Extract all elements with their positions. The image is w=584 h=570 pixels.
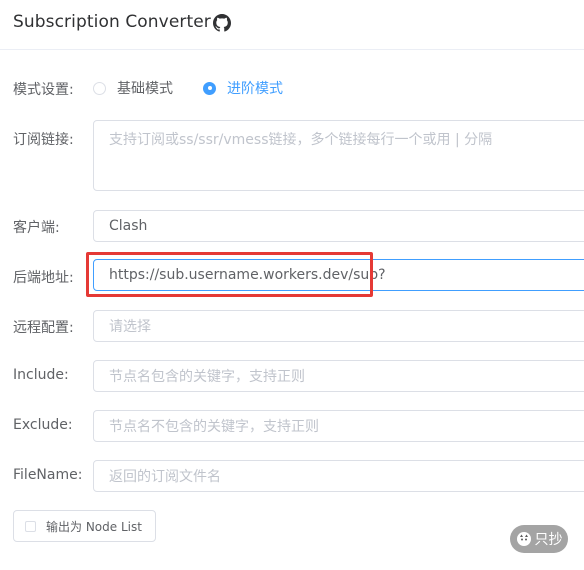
radio-advanced-mode[interactable]: 进阶模式 xyxy=(203,80,283,97)
backend-label: 后端地址: xyxy=(13,270,74,286)
include-label: Include: xyxy=(13,367,69,383)
include-placeholder: 节点名包含的关键字，支持正则 xyxy=(109,369,305,385)
mode-label: 模式设置: xyxy=(13,82,74,98)
remote-config-label: 远程配置: xyxy=(13,320,74,336)
filename-input[interactable]: 返回的订阅文件名 xyxy=(93,460,584,492)
backend-highlight-box xyxy=(86,252,373,297)
radio-basic-dot[interactable] xyxy=(93,81,106,95)
filename-placeholder: 返回的订阅文件名 xyxy=(109,469,221,485)
include-input[interactable]: 节点名包含的关键字，支持正则 xyxy=(93,360,584,392)
remote-config-select[interactable]: 请选择 xyxy=(93,310,584,342)
radio-advanced-dot[interactable] xyxy=(203,81,216,95)
client-value: Clash xyxy=(109,218,148,234)
watermark-text: 只抄 xyxy=(534,532,563,548)
github-icon[interactable] xyxy=(213,14,231,32)
exclude-label: Exclude: xyxy=(13,417,73,433)
subscription-placeholder: 支持订阅或ss/ssr/vmess链接，多个链接每行一个或用 | 分隔 xyxy=(109,132,493,148)
subscription-textarea[interactable]: 支持订阅或ss/ssr/vmess链接，多个链接每行一个或用 | 分隔 xyxy=(93,120,584,191)
client-select[interactable]: Clash xyxy=(93,210,584,242)
radio-advanced-label: 进阶模式 xyxy=(227,81,283,97)
subscription-label: 订阅链接: xyxy=(13,132,74,148)
exclude-placeholder: 节点名不包含的关键字，支持正则 xyxy=(109,419,319,435)
radio-basic-label: 基础模式 xyxy=(117,81,173,97)
app-header: Subscription Converter xyxy=(0,0,584,50)
app-title: Subscription Converter xyxy=(13,12,211,32)
exclude-input[interactable]: 节点名不包含的关键字，支持正则 xyxy=(93,410,584,442)
radio-basic-mode[interactable]: 基础模式 xyxy=(93,80,173,97)
node-list-checkbox-box[interactable] xyxy=(25,520,36,532)
filename-label: FileName: xyxy=(13,467,83,483)
client-label: 客户端: xyxy=(13,220,60,236)
node-list-checkbox[interactable]: 输出为 Node List xyxy=(13,510,156,542)
remote-config-placeholder: 请选择 xyxy=(109,319,151,335)
watermark-badge: 只抄 xyxy=(510,525,568,553)
cat-logo-icon xyxy=(516,532,531,546)
node-list-label: 输出为 Node List xyxy=(46,519,142,534)
